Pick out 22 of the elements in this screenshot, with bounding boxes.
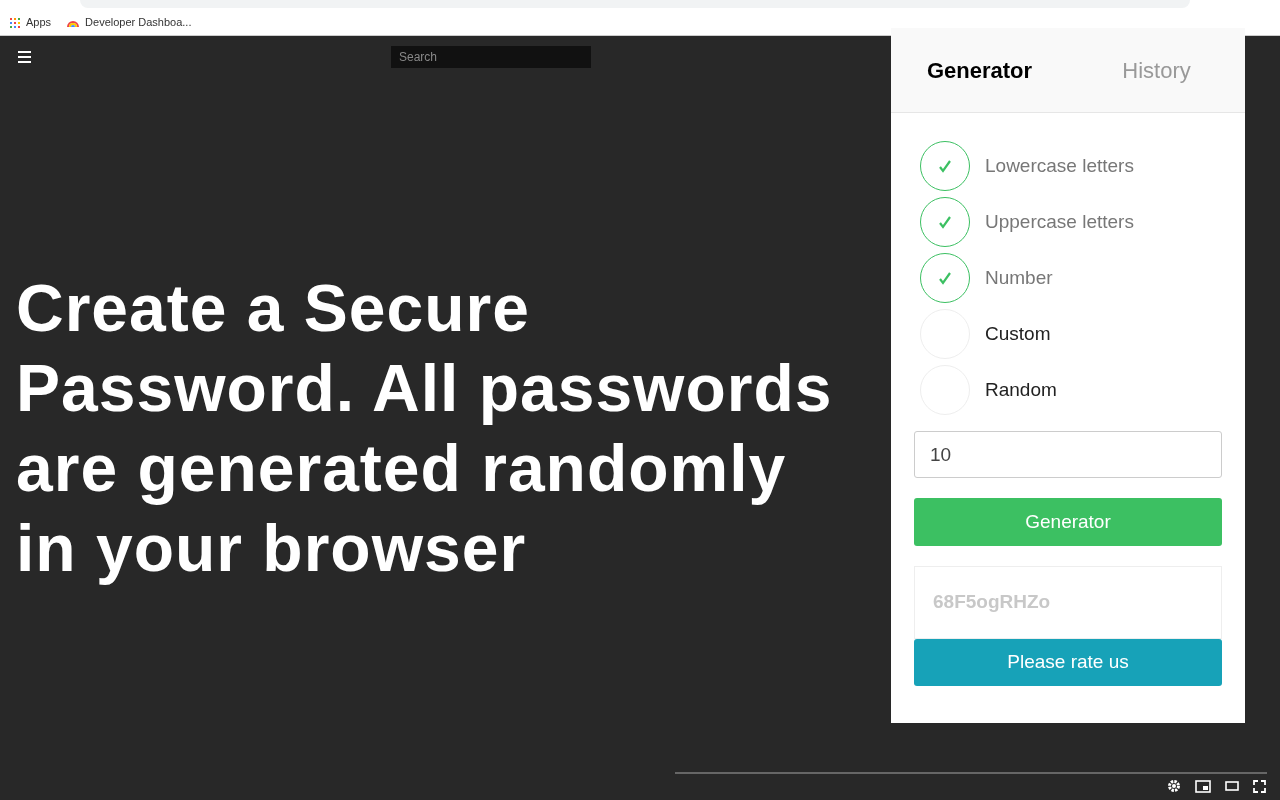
apps-grid-icon xyxy=(10,17,20,28)
checkbox[interactable] xyxy=(920,141,970,191)
option-label: Random xyxy=(985,377,1057,402)
option-label: Uppercase letters xyxy=(985,209,1134,234)
miniplayer-icon[interactable] xyxy=(1195,779,1211,793)
checkbox[interactable] xyxy=(920,253,970,303)
option-label: Number xyxy=(985,265,1053,290)
checkmark-icon xyxy=(937,214,953,230)
option-label: Custom xyxy=(985,321,1051,346)
option-label: Lowercase letters xyxy=(985,153,1134,178)
fullscreen-icon[interactable] xyxy=(1253,779,1266,793)
checkmark-icon xyxy=(937,270,953,286)
checkmark-icon xyxy=(937,158,953,174)
theater-icon[interactable] xyxy=(1225,781,1239,791)
length-field[interactable]: 10 xyxy=(914,431,1222,478)
headline: Create a Secure Password. All passwords are generated randomly in your browser xyxy=(16,270,834,587)
search-field[interactable]: Search xyxy=(391,46,591,68)
bookmark-link[interactable]: Apps xyxy=(10,14,52,31)
bookmark-link[interactable]: Developer Dashboa... xyxy=(67,14,192,31)
tab[interactable]: Generator xyxy=(891,53,1068,87)
settings-icon[interactable] xyxy=(1167,779,1181,793)
checkbox[interactable] xyxy=(920,197,970,247)
